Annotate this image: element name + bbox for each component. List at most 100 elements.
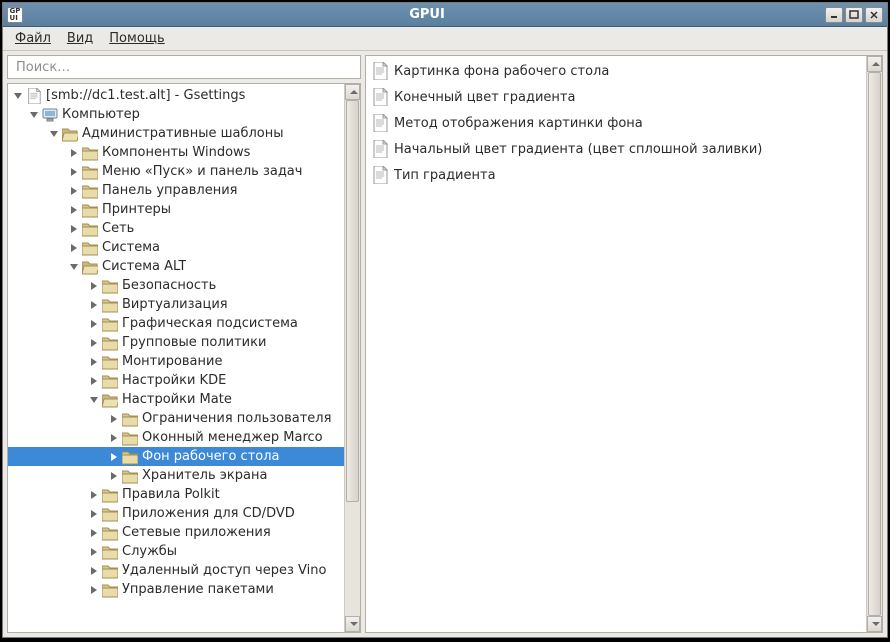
scroll-down-icon[interactable] <box>345 616 360 632</box>
expander-icon[interactable] <box>28 109 40 121</box>
search-box[interactable] <box>7 55 361 79</box>
scroll-thumb[interactable] <box>346 100 359 502</box>
expander-icon[interactable] <box>88 318 100 330</box>
tree-item-mate-settings[interactable]: Настройки Mate <box>8 390 344 409</box>
tree-item-windows-components[interactable]: Компоненты Windows <box>8 143 344 162</box>
tree-label: Сеть <box>102 221 134 236</box>
tree-item-graphics[interactable]: Графическая подсистема <box>8 314 344 333</box>
tree-item-net-apps[interactable]: Сетевые приложения <box>8 523 344 542</box>
menu-view[interactable]: Вид <box>61 29 99 48</box>
tree-label: Настройки Mate <box>122 392 232 407</box>
list-item[interactable]: Конечный цвет градиента <box>366 84 866 110</box>
tree-label: Правила Polkit <box>122 487 220 502</box>
tree-item-user-restrictions[interactable]: Ограничения пользователя <box>8 409 344 428</box>
expander-icon[interactable] <box>88 299 100 311</box>
titlebar[interactable]: GPUI GPUI <box>3 3 887 27</box>
folder-icon <box>82 164 98 180</box>
expander-icon[interactable] <box>48 128 60 140</box>
expander-icon[interactable] <box>108 451 120 463</box>
expander-icon[interactable] <box>68 242 80 254</box>
tree-label: Виртуализация <box>122 297 228 312</box>
expander-icon[interactable] <box>88 356 100 368</box>
tree-label: Монтирование <box>122 354 222 369</box>
tree-label: Принтеры <box>102 202 171 217</box>
expander-icon[interactable] <box>88 546 100 558</box>
tree-item-kde-settings[interactable]: Настройки KDE <box>8 371 344 390</box>
list-item[interactable]: Картинка фона рабочего стола <box>366 58 866 84</box>
expander-icon[interactable] <box>88 489 100 501</box>
folder-icon <box>102 278 118 294</box>
tree-scrollbar[interactable] <box>344 84 360 632</box>
tree-item-virtualization[interactable]: Виртуализация <box>8 295 344 314</box>
tree-item-services[interactable]: Службы <box>8 542 344 561</box>
expander-icon[interactable] <box>68 185 80 197</box>
scroll-track[interactable] <box>867 72 882 616</box>
tree-item-printers[interactable]: Принтеры <box>8 200 344 219</box>
list-scrollbar[interactable] <box>866 56 882 632</box>
expander-icon[interactable] <box>68 261 80 273</box>
tree-label: Хранитель экрана <box>142 468 267 483</box>
expander-icon[interactable] <box>68 166 80 178</box>
minimize-button[interactable] <box>825 7 843 23</box>
tree-item-security[interactable]: Безопасность <box>8 276 344 295</box>
tree-label: Ограничения пользователя <box>142 411 331 426</box>
tree-item-control-panel[interactable]: Панель управления <box>8 181 344 200</box>
expander-icon[interactable] <box>12 90 24 102</box>
policy-list-body[interactable]: Картинка фона рабочего стола Конечный цв… <box>366 56 866 632</box>
search-input[interactable] <box>14 59 354 76</box>
list-item[interactable]: Метод отображения картинки фона <box>366 110 866 136</box>
expander-icon[interactable] <box>108 413 120 425</box>
app-icon: GPUI <box>7 7 23 23</box>
expander-icon[interactable] <box>108 432 120 444</box>
folder-icon <box>102 335 118 351</box>
folder-icon <box>82 145 98 161</box>
expander-icon[interactable] <box>108 470 120 482</box>
tree-item-group-policies[interactable]: Групповые политики <box>8 333 344 352</box>
tree-label: Оконный менеджер Marco <box>142 430 323 445</box>
tree-item-cd-dvd[interactable]: Приложения для CD/DVD <box>8 504 344 523</box>
tree-item-start-menu[interactable]: Меню «Пуск» и панель задач <box>8 162 344 181</box>
expander-icon[interactable] <box>68 147 80 159</box>
tree-item-marco[interactable]: Оконный менеджер Marco <box>8 428 344 447</box>
tree-item-screensaver[interactable]: Хранитель экрана <box>8 466 344 485</box>
maximize-button[interactable] <box>845 7 863 23</box>
tree-item-polkit[interactable]: Правила Polkit <box>8 485 344 504</box>
close-button[interactable] <box>865 7 883 23</box>
tree-item-admin-templates[interactable]: Административные шаблоны <box>8 124 344 143</box>
tree-item-system[interactable]: Система <box>8 238 344 257</box>
expander-icon[interactable] <box>88 508 100 520</box>
folder-icon <box>82 221 98 237</box>
scroll-up-icon[interactable] <box>867 56 882 72</box>
window-title: GPUI <box>29 7 825 22</box>
scroll-track[interactable] <box>345 100 360 616</box>
tree-item-alt-system[interactable]: Система ALT <box>8 257 344 276</box>
tree-item-network[interactable]: Сеть <box>8 219 344 238</box>
list-item[interactable]: Тип градиента <box>366 162 866 188</box>
tree-item-vino[interactable]: Удаленный доступ через Vino <box>8 561 344 580</box>
document-icon <box>26 88 42 104</box>
tree-body[interactable]: [smb://dc1.test.alt] - Gsettings Компьют… <box>8 84 344 632</box>
scroll-thumb[interactable] <box>868 72 881 616</box>
tree-item-mounting[interactable]: Монтирование <box>8 352 344 371</box>
tree-item-desktop-bg[interactable]: Фон рабочего стола <box>8 447 344 466</box>
folder-icon <box>122 468 138 484</box>
menu-help[interactable]: Помощь <box>103 29 170 48</box>
tree-item-computer[interactable]: Компьютер <box>8 105 344 124</box>
expander-icon[interactable] <box>88 527 100 539</box>
expander-icon[interactable] <box>88 565 100 577</box>
scroll-down-icon[interactable] <box>867 616 882 632</box>
expander-icon[interactable] <box>88 337 100 349</box>
tree-item-root[interactable]: [smb://dc1.test.alt] - Gsettings <box>8 86 344 105</box>
folder-icon <box>102 506 118 522</box>
tree-label: Удаленный доступ через Vino <box>122 563 326 578</box>
expander-icon[interactable] <box>68 223 80 235</box>
expander-icon[interactable] <box>88 584 100 596</box>
expander-icon[interactable] <box>68 204 80 216</box>
menu-file[interactable]: Файл <box>9 29 57 48</box>
list-item[interactable]: Начальный цвет градиента (цвет сплошной … <box>366 136 866 162</box>
expander-icon[interactable] <box>88 280 100 292</box>
expander-icon[interactable] <box>88 394 100 406</box>
expander-icon[interactable] <box>88 375 100 387</box>
scroll-up-icon[interactable] <box>345 84 360 100</box>
tree-item-packages[interactable]: Управление пакетами <box>8 580 344 599</box>
